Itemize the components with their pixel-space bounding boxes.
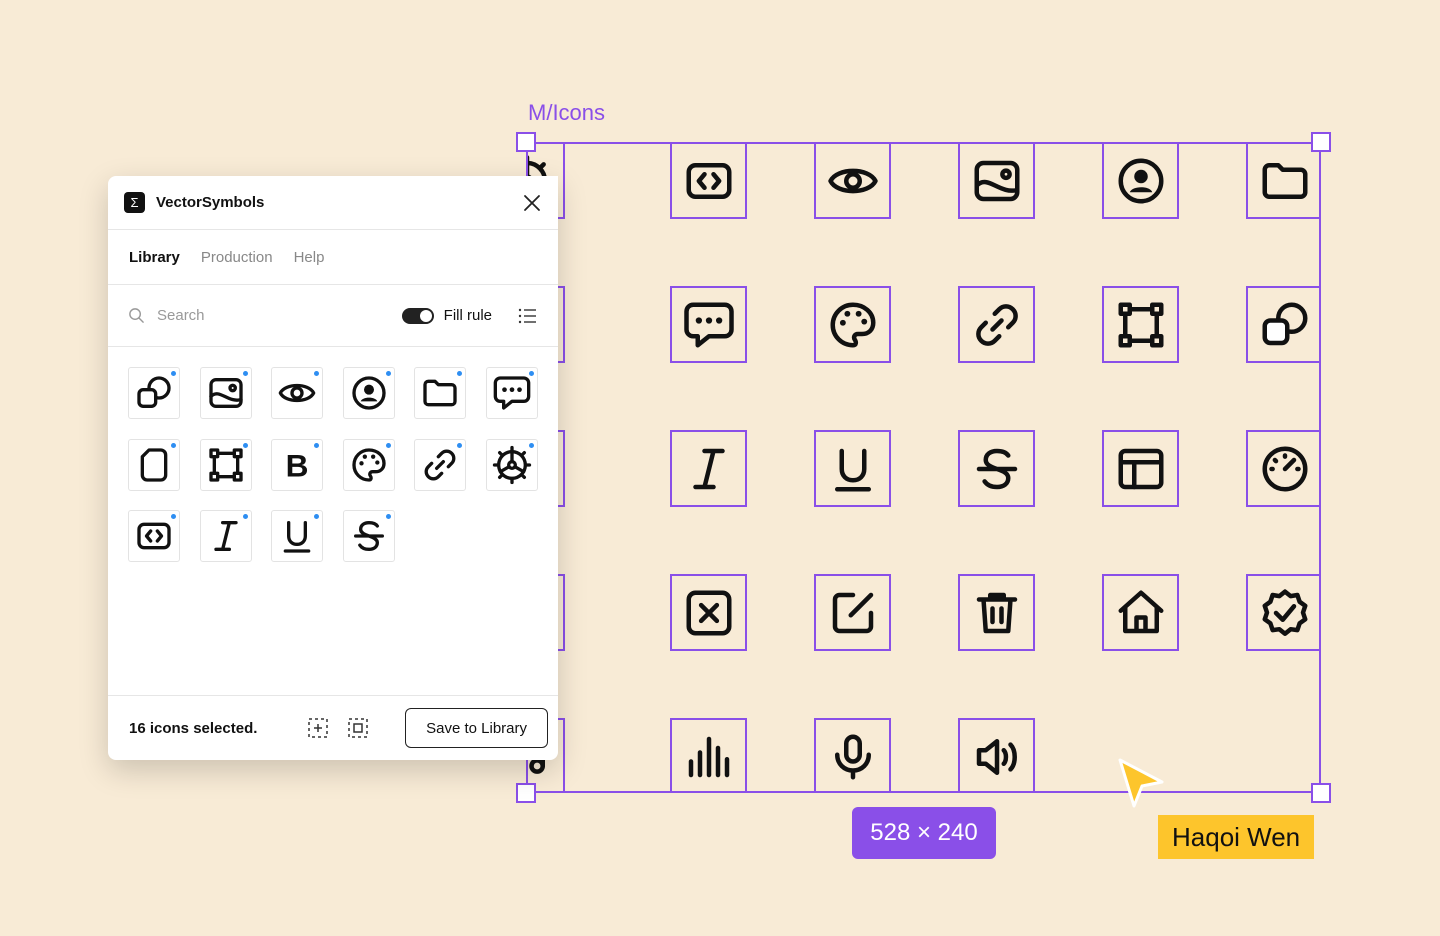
shapes-icon[interactable] xyxy=(128,367,180,419)
italic-icon[interactable] xyxy=(670,430,747,507)
bold-icon[interactable]: B xyxy=(271,438,323,491)
selected-dot xyxy=(242,514,248,519)
equalizer-icon[interactable] xyxy=(670,718,747,791)
palette-icon[interactable] xyxy=(342,438,395,491)
layout-icon[interactable] xyxy=(1102,430,1179,507)
file-icon[interactable] xyxy=(128,438,180,491)
resize-handle-bottom-right[interactable] xyxy=(1311,783,1331,803)
select-frame-icon[interactable] xyxy=(347,717,369,739)
tab-library[interactable]: Library xyxy=(129,249,180,266)
trash-icon[interactable] xyxy=(958,574,1035,651)
cursor-user-label: Haqoi Wen xyxy=(1158,815,1315,859)
selected-dot xyxy=(242,442,248,448)
selected-dot xyxy=(314,442,319,448)
panel-header: Σ VectorSymbols xyxy=(108,176,558,230)
app-title: VectorSymbols xyxy=(156,194,265,211)
icon-grid: B xyxy=(108,347,558,696)
image-icon[interactable] xyxy=(199,367,252,419)
app-logo: Σ xyxy=(124,192,145,213)
code-icon[interactable] xyxy=(670,144,747,219)
resize-handle-bottom-left[interactable] xyxy=(516,783,536,803)
frame-name-label[interactable]: M/Icons xyxy=(528,100,605,126)
selected-dot xyxy=(314,371,319,376)
dashboard-icon[interactable] xyxy=(485,438,538,491)
selected-dot xyxy=(171,442,176,448)
fill-rule-label: Fill rule xyxy=(443,307,492,324)
frame-icon[interactable] xyxy=(199,438,252,491)
link-icon[interactable] xyxy=(958,286,1035,363)
selected-dot xyxy=(171,514,176,519)
home-icon[interactable] xyxy=(1102,574,1179,651)
volume-icon[interactable] xyxy=(958,718,1035,791)
strikethrough-icon[interactable] xyxy=(958,430,1035,507)
eye-icon[interactable] xyxy=(271,367,323,419)
shapes-icon[interactable] xyxy=(1246,286,1319,363)
folder-icon[interactable] xyxy=(1246,144,1319,219)
select-add-icon[interactable] xyxy=(307,717,329,739)
eye-icon[interactable] xyxy=(814,144,891,219)
fill-rule-toggle[interactable] xyxy=(401,307,434,324)
close-icon[interactable] xyxy=(522,193,542,213)
cursor-pointer-icon xyxy=(1118,758,1164,808)
selected-dot xyxy=(385,442,391,448)
palette-icon[interactable] xyxy=(814,286,891,363)
selected-dot xyxy=(385,514,391,519)
svg-text:B: B xyxy=(286,447,309,483)
selected-dot xyxy=(314,514,319,519)
close-box-icon[interactable] xyxy=(670,574,747,651)
link-icon[interactable] xyxy=(414,438,466,491)
selection-count: 16 icons selected. xyxy=(129,719,258,737)
selected-dot xyxy=(528,442,534,448)
selected-dot xyxy=(528,371,534,376)
selected-dot xyxy=(242,371,248,376)
image-icon[interactable] xyxy=(958,144,1035,219)
chat-icon[interactable] xyxy=(485,367,538,419)
icons-frame[interactable]: B xyxy=(526,142,1321,793)
edit-icon[interactable] xyxy=(814,574,891,651)
italic-icon[interactable] xyxy=(199,510,252,562)
resize-handle-top-right[interactable] xyxy=(1311,132,1331,152)
underline-icon[interactable] xyxy=(814,430,891,507)
underline-icon[interactable] xyxy=(271,510,323,562)
strikethrough-icon[interactable] xyxy=(342,510,395,562)
tab-production[interactable]: Production xyxy=(201,249,273,266)
search-icon xyxy=(129,308,144,323)
search-input[interactable]: Search xyxy=(157,307,402,324)
toolbar: Search Fill rule xyxy=(108,285,558,347)
user-circle-icon[interactable] xyxy=(342,367,395,419)
dimensions-badge: 528 × 240 xyxy=(852,807,996,859)
plugin-panel: Σ VectorSymbols Library Production Help … xyxy=(108,176,558,760)
selected-dot xyxy=(457,371,462,376)
tab-bar: Library Production Help xyxy=(108,230,558,285)
tab-help[interactable]: Help xyxy=(294,249,325,266)
selected-dot xyxy=(457,442,462,448)
resize-handle-top-left[interactable] xyxy=(516,132,536,152)
chat-icon[interactable] xyxy=(670,286,747,363)
microphone-icon[interactable] xyxy=(814,718,891,791)
verified-icon[interactable] xyxy=(1246,574,1319,651)
list-view-icon[interactable] xyxy=(518,307,538,325)
gauge-icon[interactable] xyxy=(1246,430,1319,507)
selected-dot xyxy=(171,371,176,376)
user-circle-icon[interactable] xyxy=(1102,144,1179,219)
panel-footer: 16 icons selected. Save to Library xyxy=(108,695,558,760)
folder-icon[interactable] xyxy=(414,367,466,419)
code-icon[interactable] xyxy=(128,510,180,562)
save-to-library-button[interactable]: Save to Library xyxy=(405,708,548,748)
frame-icon[interactable] xyxy=(1102,286,1179,363)
selected-dot xyxy=(385,371,391,376)
